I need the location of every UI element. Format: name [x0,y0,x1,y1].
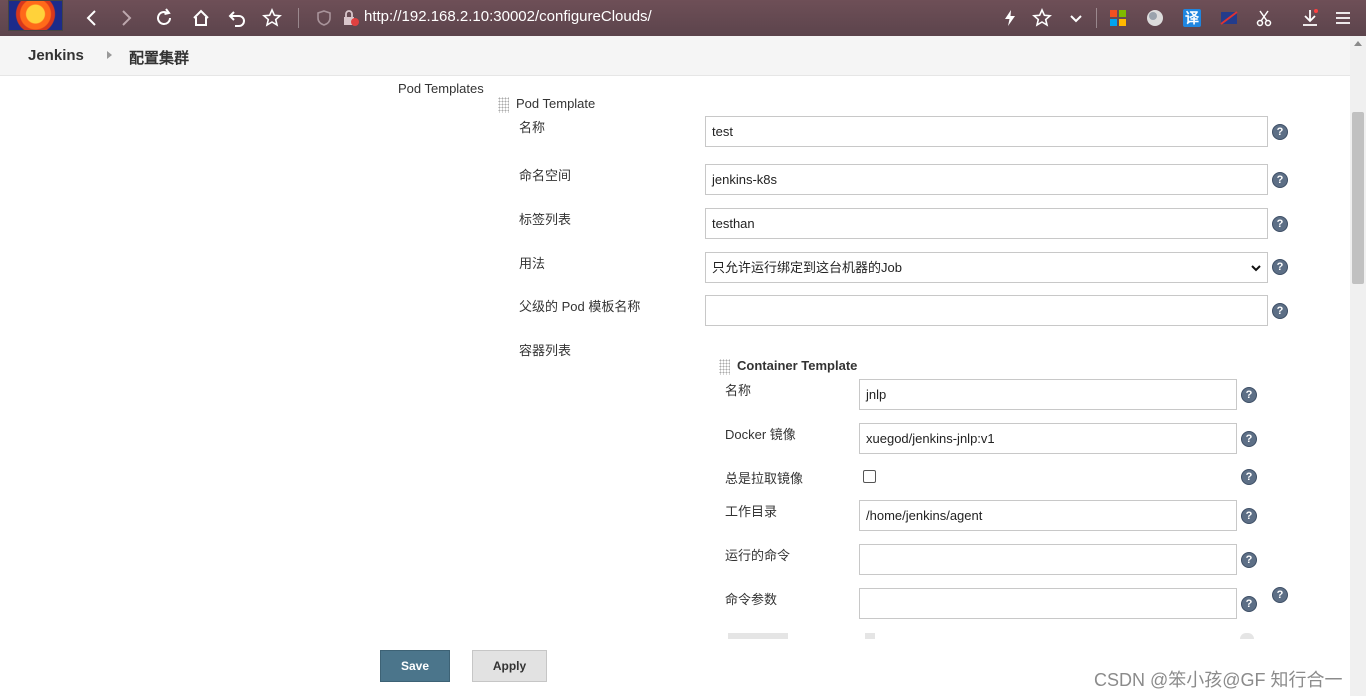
apps-grid-icon[interactable] [1106,6,1130,30]
labels-input[interactable]: testhan [705,208,1268,239]
parent-template-input[interactable] [705,295,1268,326]
drag-handle-icon[interactable] [719,359,730,375]
breadcrumb: Jenkins 配置集群 [0,36,1350,76]
pod-template-title: Pod Template [516,96,596,111]
save-button[interactable]: Save [380,650,450,682]
containers-label: 容器列表 [519,343,572,358]
scrollbar-thumb[interactable] [1352,112,1364,284]
usage-label: 用法 [519,256,546,271]
drag-handle-icon[interactable] [498,97,509,113]
workdir-label: 工作目录 [725,504,778,519]
reload-icon[interactable] [152,6,176,30]
shield-icon[interactable] [312,6,336,30]
translate-icon[interactable]: 译 [1180,6,1204,30]
command-label: 运行的命令 [725,548,791,563]
container-name-input[interactable]: jnlp [859,379,1237,410]
usage-select[interactable]: 只允许运行绑定到这台机器的Job [705,252,1268,283]
help-icon[interactable]: ? [1241,508,1257,524]
lightning-icon[interactable] [998,6,1022,30]
globe-icon[interactable] [1143,6,1167,30]
watermark-text: CSDN @笨小孩@GF 知行合一 [1094,670,1343,690]
help-icon[interactable]: ? [1241,469,1257,485]
forward-icon[interactable] [114,6,138,30]
always-pull-checkbox[interactable] [863,470,876,483]
menu-icon[interactable] [1331,6,1355,30]
command-input[interactable] [859,544,1237,575]
insecure-lock-icon[interactable] [338,6,362,30]
parent-template-label: 父级的 Pod 模板名称 [519,299,641,314]
help-icon[interactable]: ? [1272,216,1288,232]
container-template-title: Container Template [737,358,858,373]
help-icon[interactable]: ? [1241,431,1257,447]
scissors-icon[interactable] [1252,6,1276,30]
pod-templates-label: Pod Templates [398,81,484,96]
labels-label: 标签列表 [519,212,572,227]
chevron-down-icon[interactable] [1064,6,1088,30]
breadcrumb-separator-icon[interactable] [107,51,112,59]
extension-flag-icon[interactable] [1217,6,1241,30]
scroll-up-icon[interactable] [1354,41,1362,46]
docker-image-label: Docker 镜像 [725,427,796,442]
pod-name-input[interactable]: test [705,116,1268,147]
help-icon[interactable]: ? [1272,303,1288,319]
namespace-input[interactable]: jenkins-k8s [705,164,1268,195]
chevron-down-icon [1251,265,1261,272]
breadcrumb-current-page[interactable]: 配置集群 [129,47,189,68]
browser-toolbar: http://192.168.2.10:30002/configureCloud… [0,0,1366,36]
help-icon[interactable]: ? [1272,587,1288,603]
namespace-label: 命名空间 [519,168,572,183]
help-icon[interactable]: ? [1272,124,1288,140]
apply-button[interactable]: Apply [472,650,547,682]
favorite-star-icon[interactable] [1030,6,1054,30]
workdir-input[interactable]: /home/jenkins/agent [859,500,1237,531]
help-icon[interactable]: ? [1241,552,1257,568]
help-icon[interactable]: ? [1272,172,1288,188]
args-label: 命令参数 [725,592,778,607]
vertical-scrollbar[interactable] [1350,36,1366,696]
clipped-form-row [720,630,1260,640]
args-input[interactable] [859,588,1237,619]
pod-name-label: 名称 [519,120,546,135]
usage-selected-value: 只允许运行绑定到这台机器的Job [712,260,902,275]
always-pull-label: 总是拉取镜像 [725,471,804,486]
container-name-label: 名称 [725,383,752,398]
address-bar-url[interactable]: http://192.168.2.10:30002/configureCloud… [364,8,652,25]
back-icon[interactable] [80,6,104,30]
docker-image-input[interactable]: xuegod/jenkins-jnlp:v1 [859,423,1237,454]
help-icon[interactable]: ? [1272,259,1288,275]
bookmark-star-icon[interactable] [260,6,284,30]
browser-logo-icon[interactable] [8,0,63,31]
home-icon[interactable] [189,6,213,30]
download-icon[interactable] [1298,6,1322,30]
help-icon[interactable]: ? [1241,387,1257,403]
breadcrumb-jenkins-link[interactable]: Jenkins [28,47,84,64]
undo-icon[interactable] [225,6,249,30]
help-icon[interactable]: ? [1241,596,1257,612]
